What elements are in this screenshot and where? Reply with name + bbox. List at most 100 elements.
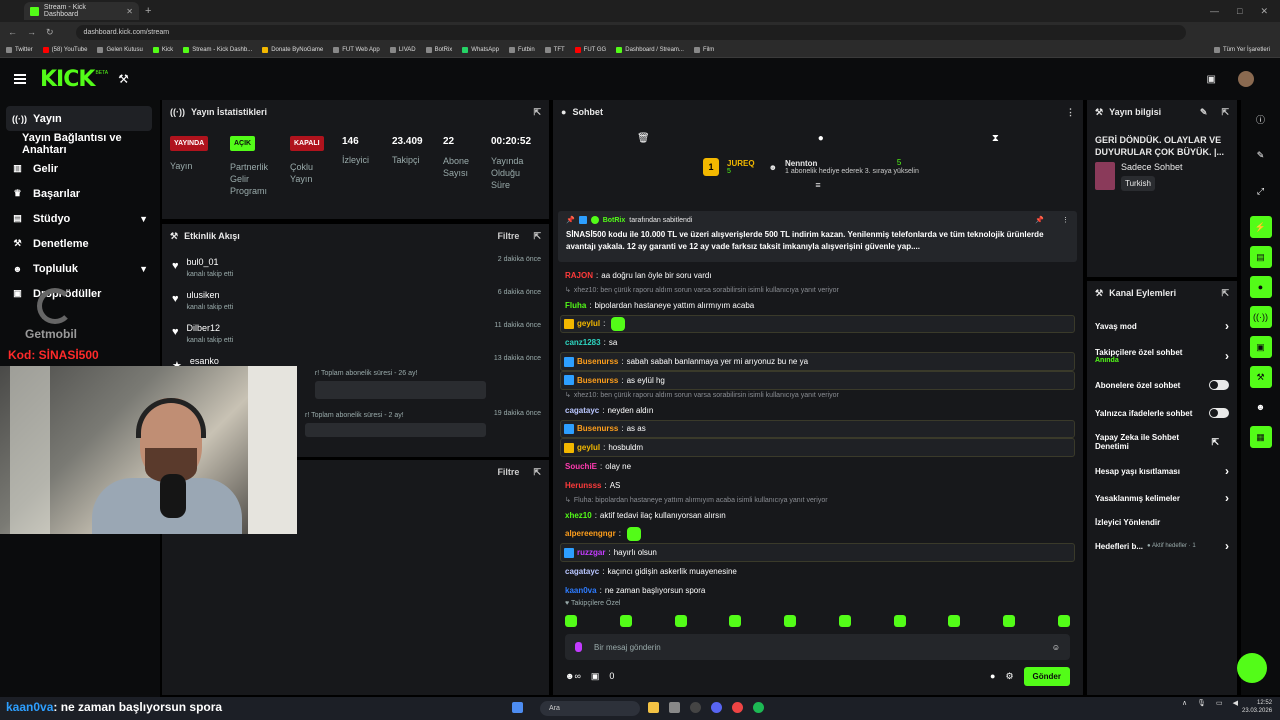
chat-settings-icon[interactable]: ● bbox=[990, 671, 995, 681]
action-ai-moderation[interactable]: Yapay Zeka ile Sohbet Denetimi ⇱ bbox=[1087, 427, 1219, 457]
close-tab-icon[interactable]: ✕ bbox=[126, 7, 133, 16]
obs-icon[interactable] bbox=[690, 702, 701, 713]
chat-username[interactable]: Busenurss bbox=[577, 424, 618, 433]
chat-username[interactable]: Herunsss bbox=[565, 481, 601, 490]
bookmark[interactable]: Dashboard / Stream... bbox=[616, 46, 684, 53]
sidebar-item-topluluk[interactable]: ☻ Topluluk ▼ bbox=[0, 256, 160, 281]
discord-icon[interactable] bbox=[711, 702, 722, 713]
edit-icon[interactable]: ✎ bbox=[1200, 107, 1208, 118]
chat-username[interactable]: Busenurss bbox=[577, 376, 618, 385]
expand-icon[interactable]: ⤢ bbox=[1250, 180, 1272, 202]
menu-icon[interactable] bbox=[14, 74, 26, 84]
chat-username[interactable]: Busenurss bbox=[577, 357, 618, 366]
bookmark[interactable]: Kick bbox=[152, 46, 173, 53]
chat-username[interactable]: canz1283 bbox=[565, 338, 601, 347]
action-emote-only[interactable]: Yalnızca ifadelerle sohbet bbox=[1087, 399, 1237, 427]
chat-username[interactable]: cagatayc bbox=[565, 406, 599, 415]
filter-button[interactable]: Filtre bbox=[497, 231, 519, 241]
popout-icon[interactable]: ⇱ bbox=[533, 107, 541, 118]
support-fab[interactable] bbox=[1237, 653, 1267, 683]
bookmark[interactable]: FUT Web App bbox=[333, 46, 380, 53]
browser-tab[interactable]: Stream - Kick Dashboard ✕ bbox=[24, 2, 139, 20]
url-field[interactable]: dashboard.kick.com/stream bbox=[75, 24, 1186, 40]
chat-username[interactable]: SouchiE bbox=[565, 462, 597, 471]
action-banned-words[interactable]: Yasaklanmış kelimeler › bbox=[1087, 485, 1237, 511]
community-icon[interactable]: ☻ bbox=[1250, 396, 1272, 418]
chat-input[interactable]: Bir mesaj gönderin ☺ bbox=[565, 634, 1070, 660]
edit-icon[interactable]: ✎ bbox=[1250, 144, 1272, 166]
volume-icon[interactable]: ◀ bbox=[1233, 699, 1238, 707]
emote-icon[interactable] bbox=[838, 615, 851, 627]
action-followers-only[interactable]: Takipçilere özel sohbet Anında › bbox=[1087, 341, 1237, 371]
avatar[interactable] bbox=[1238, 71, 1254, 87]
arrow-up-icon[interactable]: ∧ bbox=[1182, 699, 1187, 707]
info-icon[interactable]: ⓘ bbox=[1250, 108, 1272, 130]
bolt-icon[interactable]: ⚡ bbox=[1249, 216, 1272, 238]
sidebar-item-studyo[interactable]: ▤ Stüdyo ▼ bbox=[0, 206, 160, 231]
send-button[interactable]: Gönder bbox=[1023, 666, 1070, 686]
unpin-icon[interactable]: 📌 bbox=[1035, 216, 1044, 224]
bookmark[interactable]: TFT bbox=[544, 46, 565, 53]
toggle[interactable] bbox=[1209, 408, 1229, 418]
chat-username[interactable]: geylul bbox=[577, 443, 600, 452]
emote-icon[interactable] bbox=[1003, 615, 1016, 627]
emote-icon[interactable] bbox=[729, 615, 742, 627]
action-raid[interactable]: İzleyici Yönlendir bbox=[1087, 511, 1237, 533]
emote-icon[interactable] bbox=[893, 615, 906, 627]
popout-icon[interactable]: ⇱ bbox=[1221, 288, 1229, 299]
chat-username[interactable]: geylul bbox=[577, 319, 600, 328]
action-subscribers-only[interactable]: Abonelere özel sohbet bbox=[1087, 371, 1237, 399]
kick-logo[interactable]: KICK bbox=[40, 67, 95, 92]
chat-bubble-icon[interactable]: ● bbox=[818, 133, 824, 144]
bookmark[interactable]: BotRix bbox=[425, 46, 452, 53]
bookmark[interactable]: Stream - Kick Dashb... bbox=[183, 46, 252, 53]
sidebar-item-droplar[interactable]: ▣ Dropl ödüller bbox=[0, 281, 160, 306]
bookmark[interactable]: Donate ByNoGame bbox=[262, 46, 323, 53]
chat-username[interactable]: xhez10 bbox=[565, 511, 592, 520]
emote-icon[interactable] bbox=[784, 615, 797, 627]
filter-button[interactable]: Filtre bbox=[497, 467, 519, 477]
chat-username[interactable]: kaan0va bbox=[565, 586, 597, 595]
chat-username[interactable]: Fluha bbox=[565, 301, 586, 310]
file-explorer-icon[interactable] bbox=[648, 702, 659, 713]
close-window-icon[interactable]: ✕ bbox=[1260, 6, 1268, 17]
gear-icon[interactable]: ⚙ bbox=[1005, 671, 1013, 682]
reload-icon[interactable]: ↻ bbox=[46, 27, 54, 38]
new-tab-button[interactable]: + bbox=[145, 5, 151, 17]
sidebar-item-gelir[interactable]: ▥ Gelir bbox=[0, 156, 160, 181]
expand-icon[interactable]: ≡ bbox=[553, 180, 1083, 190]
emote-icon[interactable] bbox=[948, 615, 961, 627]
all-bookmarks[interactable]: Tüm Yer İşaretleri bbox=[1213, 46, 1270, 53]
chat-username[interactable]: RAJON bbox=[565, 271, 593, 280]
tools-icon[interactable]: ⚒ bbox=[118, 72, 129, 86]
popout-icon[interactable]: ⇱ bbox=[1221, 107, 1229, 118]
layers-icon[interactable]: ▣ bbox=[1249, 336, 1272, 358]
notes-icon[interactable]: ▤ bbox=[1249, 246, 1272, 268]
popout-icon[interactable]: ⇱ bbox=[533, 231, 541, 242]
wrench-icon[interactable]: ⚒ bbox=[1249, 366, 1272, 388]
chat-username[interactable]: alpereengngr bbox=[565, 529, 616, 538]
bookmark[interactable]: Futbin bbox=[508, 46, 535, 53]
trash-icon[interactable]: 🗑 bbox=[637, 133, 650, 144]
back-icon[interactable]: ← bbox=[8, 27, 17, 37]
network-icon[interactable]: ▭ bbox=[1216, 699, 1223, 707]
sidebar-item-yayin[interactable]: ((·)) Yayın bbox=[6, 106, 152, 131]
bookmark[interactable]: LIVAD bbox=[389, 46, 416, 53]
chat-icon[interactable]: ● bbox=[1249, 276, 1272, 298]
minimize-icon[interactable]: — bbox=[1210, 6, 1219, 17]
chat-username[interactable]: ruzzgar bbox=[577, 548, 605, 557]
spotify-icon[interactable] bbox=[753, 702, 764, 713]
emote-icon[interactable] bbox=[565, 615, 577, 627]
broadcast-icon[interactable]: ((·)) bbox=[1249, 306, 1272, 328]
windows-icon[interactable] bbox=[512, 702, 523, 713]
bookmark[interactable]: WhatsApp bbox=[462, 46, 499, 53]
emote-icon[interactable] bbox=[619, 615, 632, 627]
bookmark[interactable]: (58) YouTube bbox=[42, 46, 87, 53]
sidebar-item-denetleme[interactable]: ⚒ Denetleme bbox=[0, 231, 160, 256]
bookmark[interactable]: FUT GG bbox=[574, 46, 606, 53]
forward-icon[interactable]: → bbox=[27, 27, 36, 37]
popout-icon[interactable]: ⇱ bbox=[533, 467, 541, 478]
gift-icon[interactable]: ▣ bbox=[591, 671, 600, 682]
mic-icon[interactable] bbox=[575, 642, 582, 652]
chat-username[interactable]: cagatayc bbox=[565, 567, 599, 576]
